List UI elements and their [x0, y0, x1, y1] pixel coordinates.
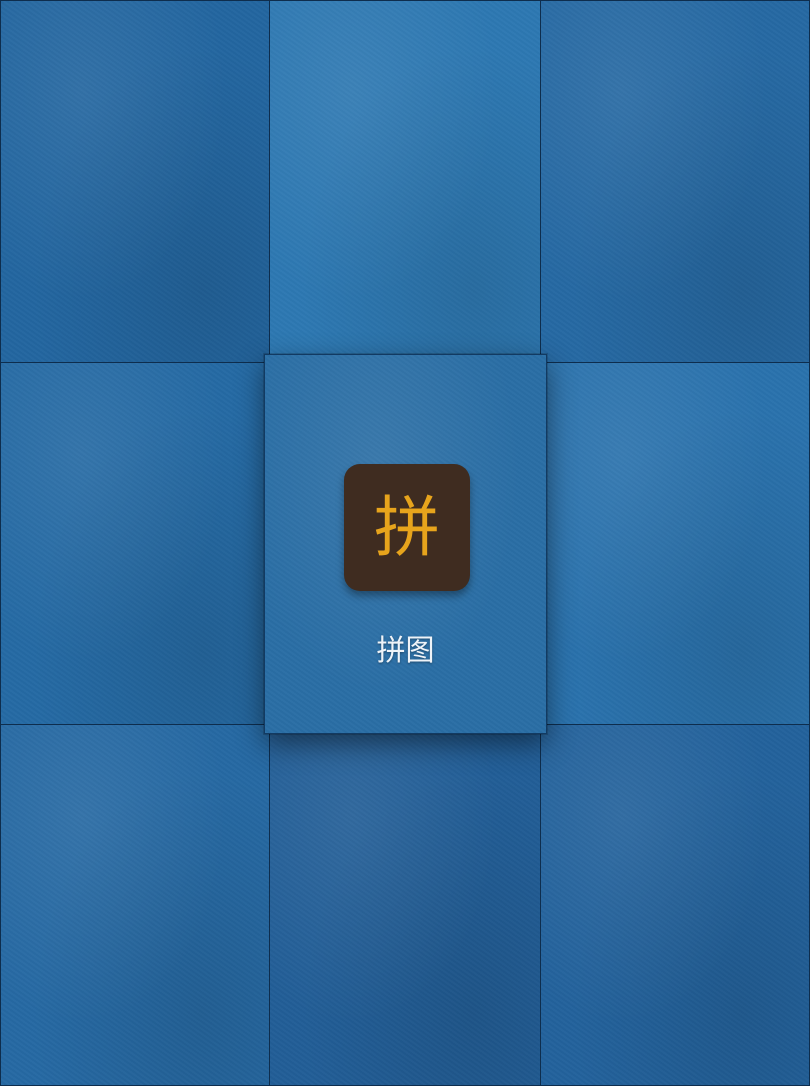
tile-top-left [0, 0, 270, 363]
puzzle-glyph-icon: 拼 [374, 488, 440, 566]
puzzle-app-icon[interactable]: 拼 [344, 464, 470, 591]
launcher-screen: 拼 拼图 [0, 0, 810, 1086]
tile-top-center [269, 0, 541, 363]
tile-middle-right [540, 362, 810, 725]
tile-bottom-right [540, 724, 810, 1086]
tile-middle-left [0, 362, 270, 725]
tile-top-right [540, 0, 810, 363]
app-tile-puzzle[interactable]: 拼 拼图 [264, 354, 547, 734]
tile-bottom-center [269, 724, 541, 1086]
app-label: 拼图 [376, 633, 435, 667]
tile-bottom-left [0, 724, 270, 1086]
